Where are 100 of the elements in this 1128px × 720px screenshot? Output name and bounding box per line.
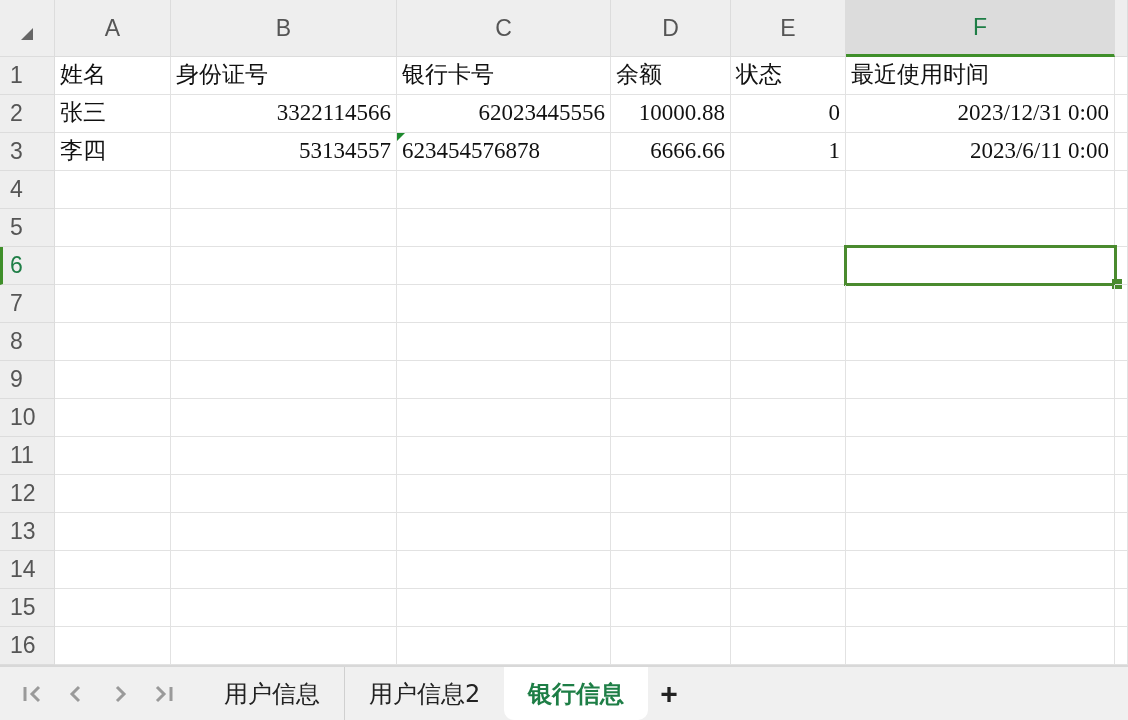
row-header[interactable]: 14 [0,551,55,589]
empty-cell[interactable] [731,551,846,589]
row-header[interactable]: 2 [0,95,55,133]
empty-cell[interactable] [846,551,1115,589]
row-header[interactable]: 5 [0,209,55,247]
table-cell: 张三 [55,95,171,133]
row-header[interactable]: 7 [0,285,55,323]
row-header[interactable]: 12 [0,475,55,513]
row-header[interactable]: 9 [0,361,55,399]
row-header[interactable]: 11 [0,437,55,475]
empty-cell[interactable] [846,171,1115,209]
empty-cell[interactable] [1115,95,1128,133]
empty-cell[interactable] [397,209,611,247]
row-header[interactable]: 6 [0,247,55,285]
empty-cell[interactable] [846,361,1115,399]
empty-cell[interactable] [611,589,731,627]
empty-cell[interactable] [1115,285,1128,323]
empty-cell[interactable] [171,209,397,247]
empty-cell[interactable] [731,171,846,209]
empty-cell[interactable] [397,399,611,437]
empty-cell[interactable] [1115,551,1128,589]
row-header[interactable]: 1 [0,57,55,95]
empty-cell[interactable] [611,399,731,437]
row-header[interactable]: 15 [0,589,55,627]
empty-cell[interactable] [731,361,846,399]
empty-cell[interactable] [397,589,611,627]
empty-cell[interactable] [171,551,397,589]
empty-cell[interactable] [846,475,1115,513]
column-header[interactable] [1115,0,1128,57]
empty-cell[interactable] [171,247,397,285]
empty-cell[interactable] [1115,247,1128,285]
column-header[interactable]: C [397,0,611,57]
row-header[interactable]: 3 [0,133,55,171]
empty-cell[interactable] [1115,361,1128,399]
empty-cell[interactable] [1115,475,1128,513]
row-header[interactable]: 13 [0,513,55,551]
empty-cell[interactable] [846,285,1115,323]
add-sheet-button[interactable]: + [648,667,690,720]
empty-cell[interactable] [397,513,611,551]
empty-cell[interactable] [611,513,731,551]
empty-cell[interactable] [171,589,397,627]
empty-cell[interactable] [1115,133,1128,171]
empty-cell[interactable] [731,323,846,361]
row-header[interactable]: 8 [0,323,55,361]
empty-cell[interactable] [846,589,1115,627]
empty-cell[interactable] [731,589,846,627]
column-header[interactable]: F [846,0,1115,57]
empty-cell[interactable] [171,513,397,551]
empty-cell[interactable] [611,323,731,361]
empty-cell[interactable] [1115,323,1128,361]
empty-cell[interactable] [731,399,846,437]
table-cell: 身份证号 [171,57,397,95]
empty-cell[interactable] [397,361,611,399]
empty-cell[interactable] [171,475,397,513]
select-all-button[interactable] [0,0,55,57]
column-header[interactable]: E [731,0,846,57]
column-header[interactable]: D [611,0,731,57]
empty-cell[interactable] [731,475,846,513]
row-header[interactable]: 10 [0,399,55,437]
empty-cell[interactable] [1115,437,1128,475]
empty-cell[interactable] [171,171,397,209]
empty-cell[interactable] [397,323,611,361]
empty-cell[interactable] [611,437,731,475]
empty-cell[interactable] [171,399,397,437]
empty-cell[interactable] [846,323,1115,361]
column-header[interactable]: B [171,0,397,57]
empty-cell[interactable] [611,209,731,247]
empty-cell[interactable] [171,361,397,399]
empty-cell[interactable] [846,437,1115,475]
empty-cell[interactable] [1115,171,1128,209]
empty-cell[interactable] [397,475,611,513]
empty-cell[interactable] [611,247,731,285]
sheet-tab[interactable]: 银行信息 [504,667,649,720]
empty-cell[interactable] [731,285,846,323]
empty-cell[interactable] [1115,209,1128,247]
empty-cell[interactable] [1115,399,1128,437]
empty-cell[interactable] [171,285,397,323]
empty-cell[interactable] [846,513,1115,551]
empty-cell[interactable] [611,361,731,399]
empty-cell[interactable] [1115,589,1128,627]
empty-cell[interactable] [611,475,731,513]
empty-cell[interactable] [731,437,846,475]
empty-cell[interactable] [397,551,611,589]
sheet-tab[interactable]: 用户信息 [200,667,344,720]
empty-cell[interactable] [397,171,611,209]
empty-cell[interactable] [397,247,611,285]
empty-cell[interactable] [611,171,731,209]
row-header[interactable]: 4 [0,171,55,209]
empty-cell[interactable] [731,209,846,247]
empty-cell[interactable] [611,551,731,589]
empty-cell[interactable] [171,323,397,361]
row-header[interactable]: 16 [0,627,55,665]
empty-cell[interactable] [611,285,731,323]
empty-cell[interactable] [1115,513,1128,551]
empty-cell[interactable] [846,399,1115,437]
column-header[interactable]: A [55,0,171,57]
empty-cell[interactable] [397,285,611,323]
empty-cell[interactable] [731,513,846,551]
empty-cell[interactable] [397,437,611,475]
empty-cell[interactable] [171,437,397,475]
